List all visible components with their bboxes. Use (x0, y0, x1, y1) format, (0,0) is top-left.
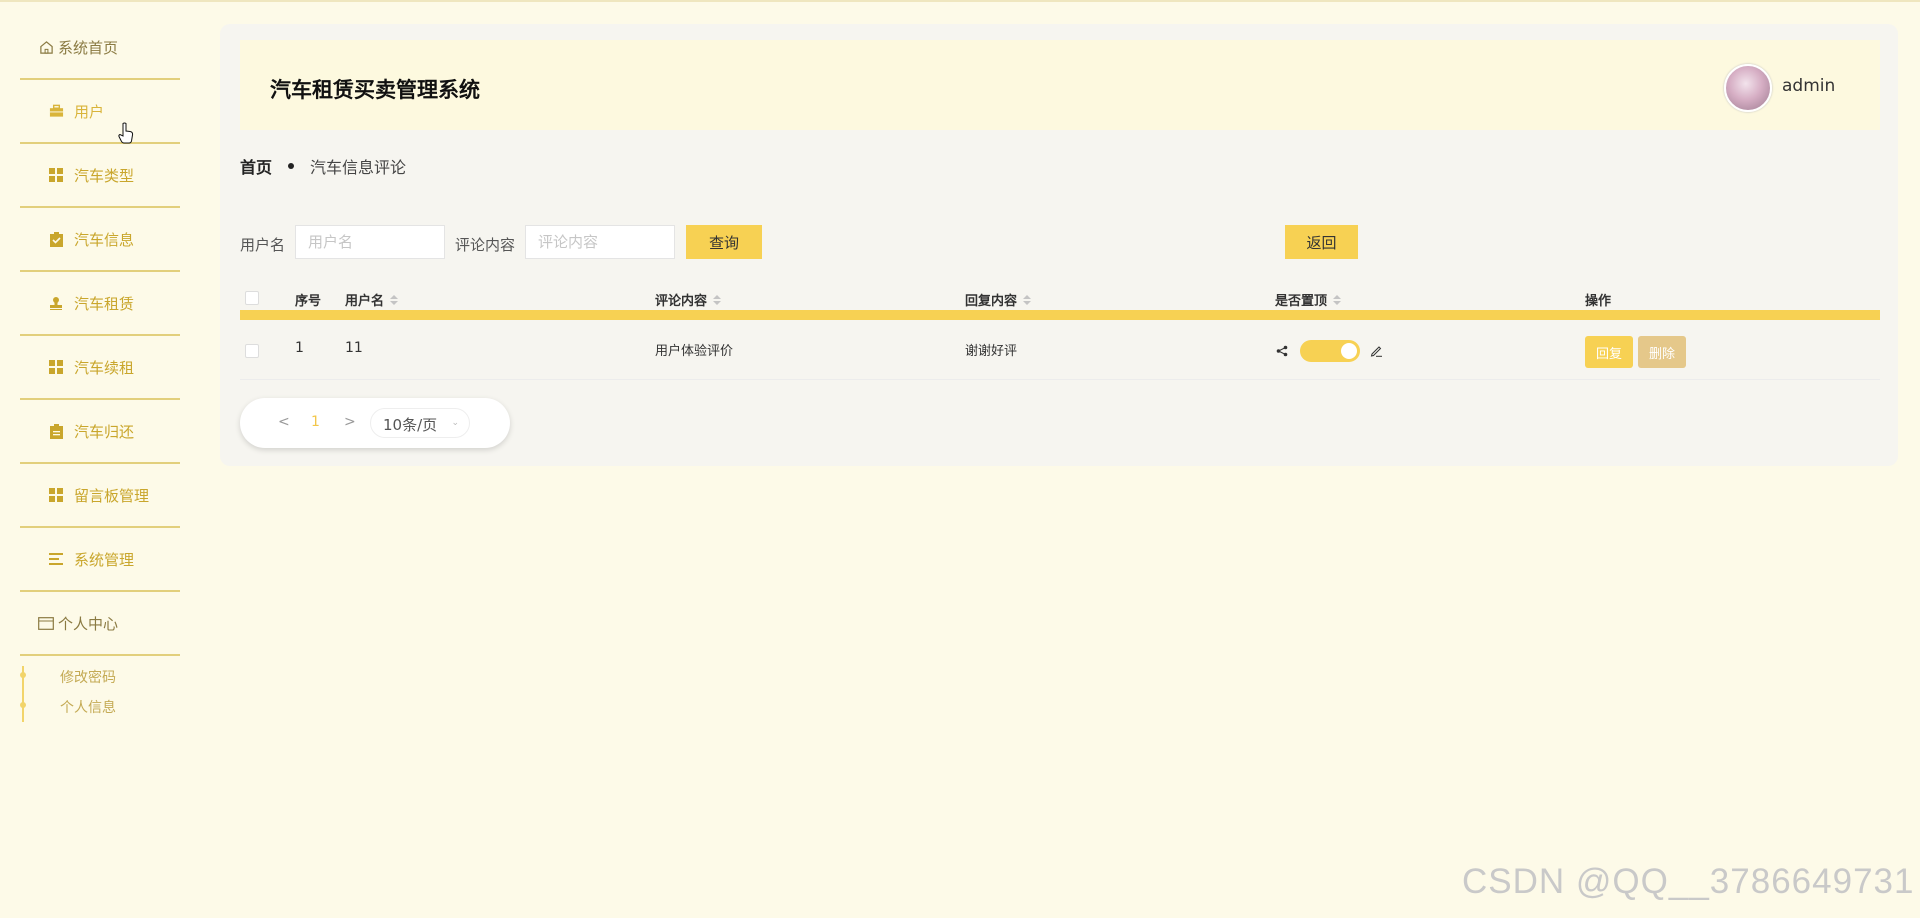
stamp-icon (48, 295, 64, 311)
profile-submenu: 修改密码 个人信息 (20, 660, 180, 722)
search-bar: 用户名 评论内容 查询 返回 (240, 225, 1880, 259)
home-icon (38, 39, 54, 55)
cell-index: 1 (295, 340, 304, 356)
sort-icon[interactable] (1023, 294, 1032, 305)
submenu-dot (20, 672, 26, 678)
column-header-reply[interactable]: 回复内容 (965, 290, 1032, 309)
sidebar: 系统首页 用户 汽车类型 汽车信息 汽车租赁 汽车续租 汽车归还 留言板管理 系… (0, 0, 200, 918)
sidebar-subitem-change-password[interactable]: 修改密码 (60, 667, 116, 687)
briefcase-icon (48, 103, 64, 119)
edit-icon[interactable] (1370, 344, 1383, 361)
sidebar-item-message-board[interactable]: 留言板管理 (20, 464, 180, 528)
avatar[interactable] (1724, 64, 1772, 112)
pagination: < 1 > 10条/页 ⌄ (240, 398, 510, 448)
grid-icon (48, 487, 64, 503)
sidebar-item-system[interactable]: 系统管理 (20, 528, 180, 592)
page-title: 汽车租赁买卖管理系统 (270, 78, 480, 102)
sidebar-subitem-personal-info[interactable]: 个人信息 (60, 697, 116, 717)
sidebar-item-profile[interactable]: 个人中心 (20, 592, 180, 656)
sidebar-item-car-info[interactable]: 汽车信息 (20, 208, 180, 272)
breadcrumb: 首页 汽车信息评论 (240, 154, 406, 178)
column-header-actions: 操作 (1585, 294, 1612, 309)
pinned-toggle[interactable] (1300, 340, 1360, 362)
sidebar-item-label: 系统首页 (58, 38, 119, 57)
sidebar-item-label: 系统管理 (74, 550, 135, 569)
sort-icon[interactable] (390, 294, 399, 305)
sidebar-item-car-renewal[interactable]: 汽车续租 (20, 336, 180, 400)
content-search-input[interactable] (525, 225, 675, 259)
sort-icon[interactable] (1333, 294, 1342, 305)
prev-page-button[interactable]: < (278, 414, 290, 430)
reply-button[interactable]: 回复 (1585, 336, 1633, 368)
sidebar-item-label: 汽车续租 (74, 358, 135, 377)
username-search-input[interactable] (295, 225, 445, 259)
clipboard-icon (48, 423, 64, 439)
sidebar-item-label: 汽车信息 (74, 230, 135, 249)
content-filter-label: 评论内容 (455, 236, 516, 254)
row-checkbox[interactable] (245, 344, 259, 358)
sidebar-item-car-rental[interactable]: 汽车租赁 (20, 272, 180, 336)
back-button[interactable]: 返回 (1285, 225, 1358, 259)
select-all-checkbox[interactable] (245, 291, 259, 305)
sidebar-item-label: 汽车类型 (74, 166, 135, 185)
toggle-knob (1341, 343, 1357, 359)
cell-username: 11 (345, 340, 363, 356)
menu-lines-icon (48, 551, 64, 567)
column-header-pinned[interactable]: 是否置顶 (1275, 290, 1342, 309)
cell-content: 用户体验评价 (655, 344, 734, 359)
top-border (0, 0, 1920, 2)
sidebar-item-users[interactable]: 用户 (20, 80, 180, 144)
column-header-content[interactable]: 评论内容 (655, 290, 722, 309)
header: 汽车租赁买卖管理系统 admin (240, 40, 1880, 130)
page-size-select[interactable]: 10条/页 ⌄ (370, 408, 470, 438)
sidebar-item-home[interactable]: 系统首页 (20, 16, 180, 80)
username-filter-label: 用户名 (240, 236, 286, 254)
column-header-index: 序号 (295, 294, 322, 309)
breadcrumb-current: 汽车信息评论 (310, 158, 407, 177)
sidebar-item-car-return[interactable]: 汽车归还 (20, 400, 180, 464)
table-header: 序号 用户名 评论内容 回复内容 是否置顶 操作 (240, 280, 1880, 320)
watermark: CSDN @QQ__3786649731 (1462, 862, 1915, 901)
cell-reply: 谢谢好评 (965, 344, 1018, 359)
sidebar-item-label: 用户 (74, 102, 105, 121)
breadcrumb-home[interactable]: 首页 (240, 154, 272, 178)
submenu-dot (20, 702, 26, 708)
page-size-label: 10条/页 (383, 416, 438, 434)
table-row: 1 11 用户体验评价 谢谢好评 回复 删除 (240, 320, 1880, 380)
next-page-button[interactable]: > (344, 414, 356, 430)
sidebar-item-car-type[interactable]: 汽车类型 (20, 144, 180, 208)
page-number[interactable]: 1 (311, 414, 320, 430)
query-button[interactable]: 查询 (686, 225, 762, 259)
clipboard-check-icon (48, 231, 64, 247)
username-label[interactable]: admin (1782, 76, 1835, 96)
sidebar-item-label: 汽车租赁 (74, 294, 135, 313)
sidebar-item-label: 留言板管理 (74, 486, 150, 505)
grid-icon (48, 167, 64, 183)
breadcrumb-separator (288, 163, 295, 169)
share-icon (1276, 345, 1288, 361)
mouse-pointer-icon (118, 122, 134, 148)
delete-button[interactable]: 删除 (1638, 336, 1686, 368)
grid-icon (48, 359, 64, 375)
sidebar-item-label: 个人中心 (58, 614, 119, 633)
sidebar-item-label: 汽车归还 (74, 422, 135, 441)
sort-icon[interactable] (713, 294, 722, 305)
chevron-down-icon: ⌄ (451, 418, 459, 428)
column-header-username[interactable]: 用户名 (345, 290, 399, 309)
card-icon (38, 615, 54, 631)
comments-table: 序号 用户名 评论内容 回复内容 是否置顶 操作 1 11 用户体验评价 谢谢好… (240, 280, 1880, 380)
